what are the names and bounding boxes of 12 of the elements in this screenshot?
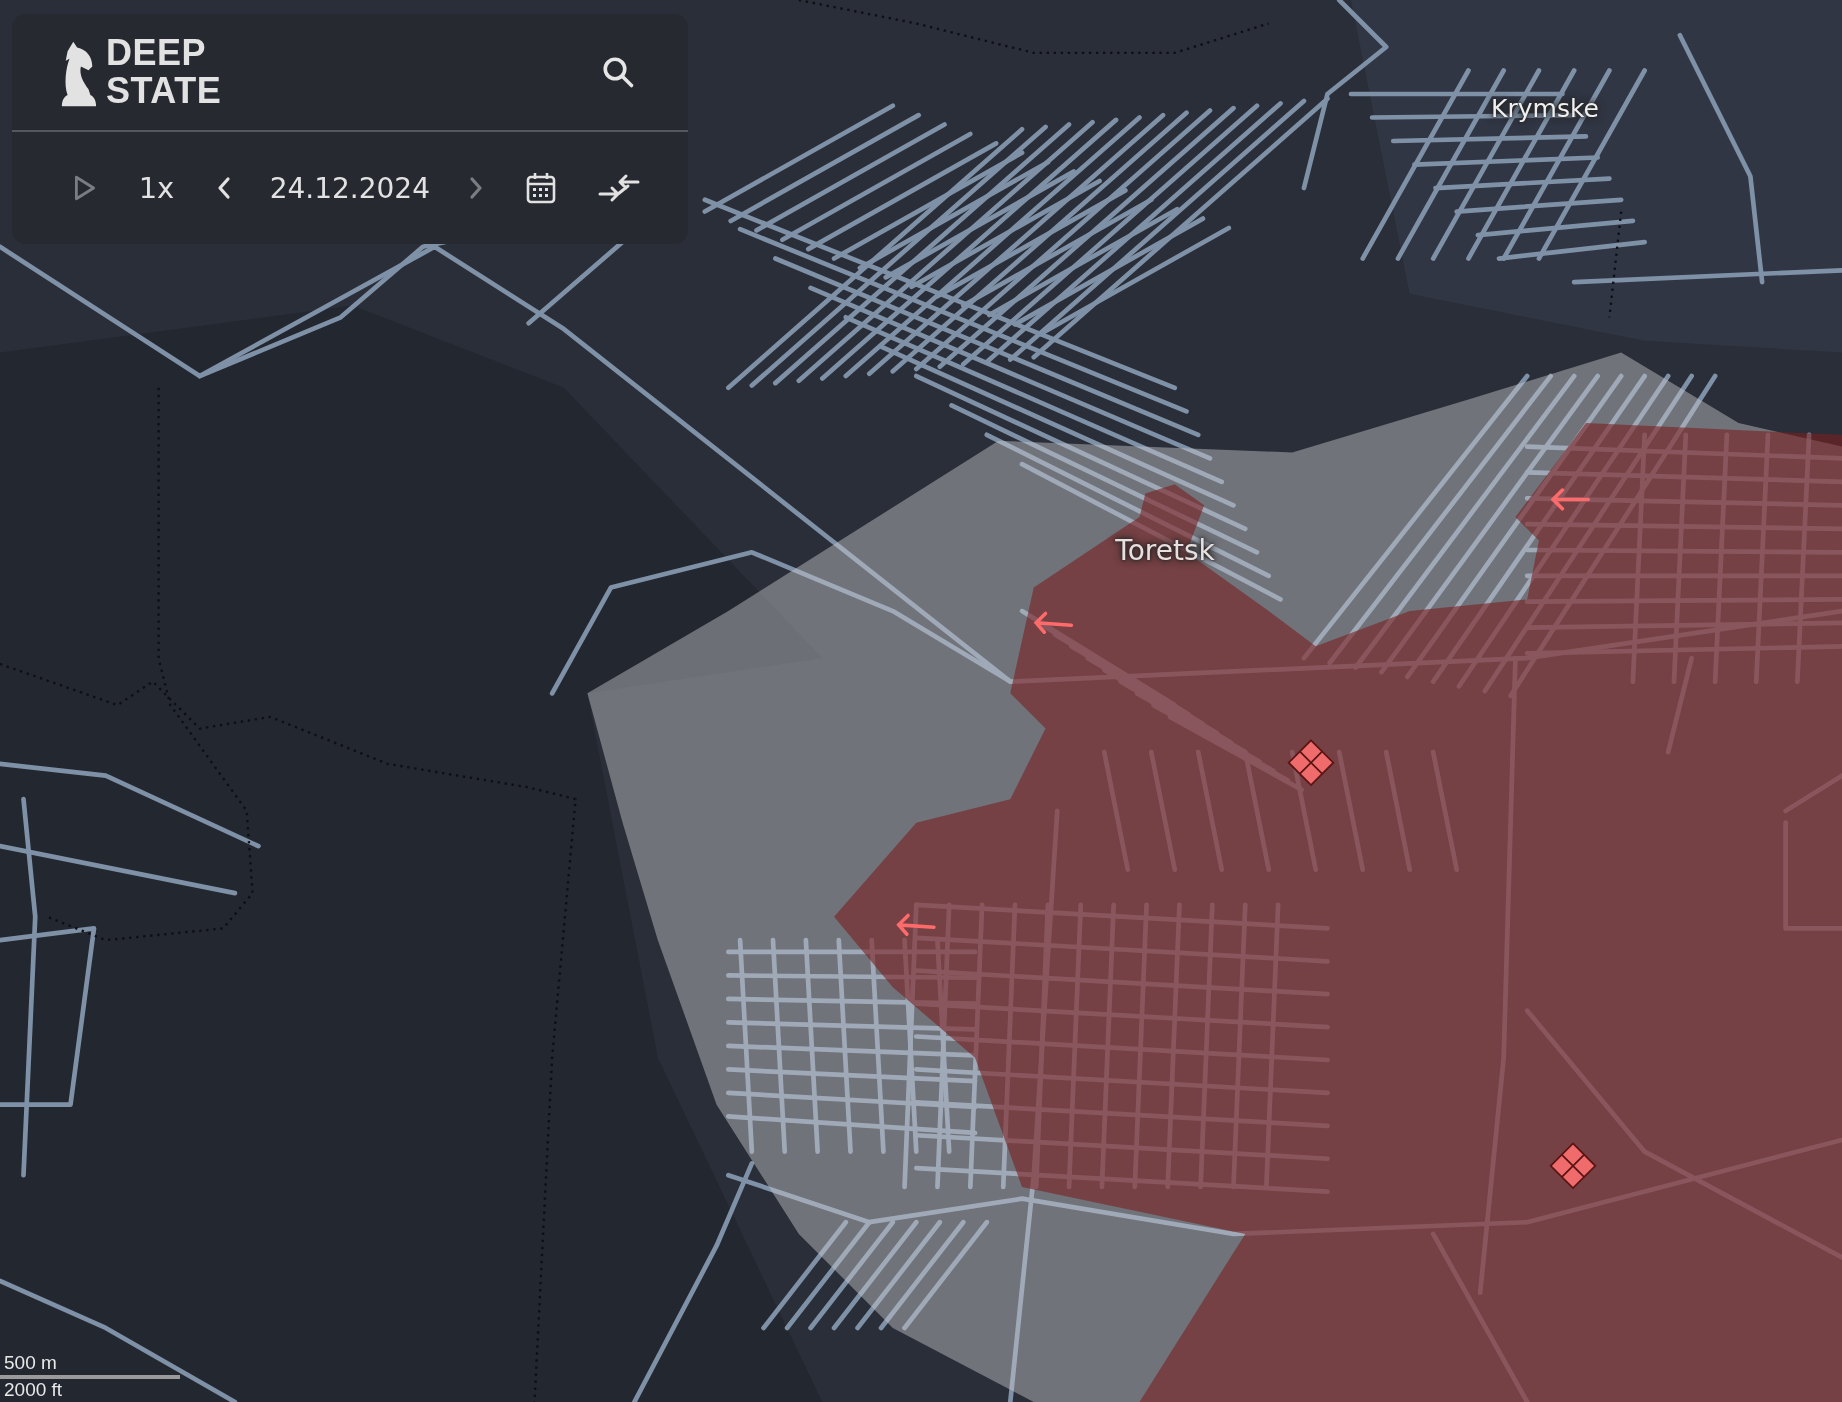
diamond-marker-icon[interactable] xyxy=(1549,1142,1597,1190)
speed-button[interactable]: 1x xyxy=(134,167,179,209)
arrow-icon xyxy=(1550,488,1590,511)
scale-label: 500 m xyxy=(3,1352,57,1376)
play-icon xyxy=(72,174,98,202)
diamond-marker-icon[interactable] xyxy=(1287,739,1335,787)
date-label: 24.12.2024 xyxy=(269,171,430,205)
place-label: Krymske xyxy=(1491,93,1599,123)
logo-text[interactable]: DEEP STATE xyxy=(106,34,222,110)
scale-label: 2000 ft xyxy=(3,1379,63,1402)
arrow-icon xyxy=(1033,611,1074,634)
arrow-icon xyxy=(896,913,936,937)
